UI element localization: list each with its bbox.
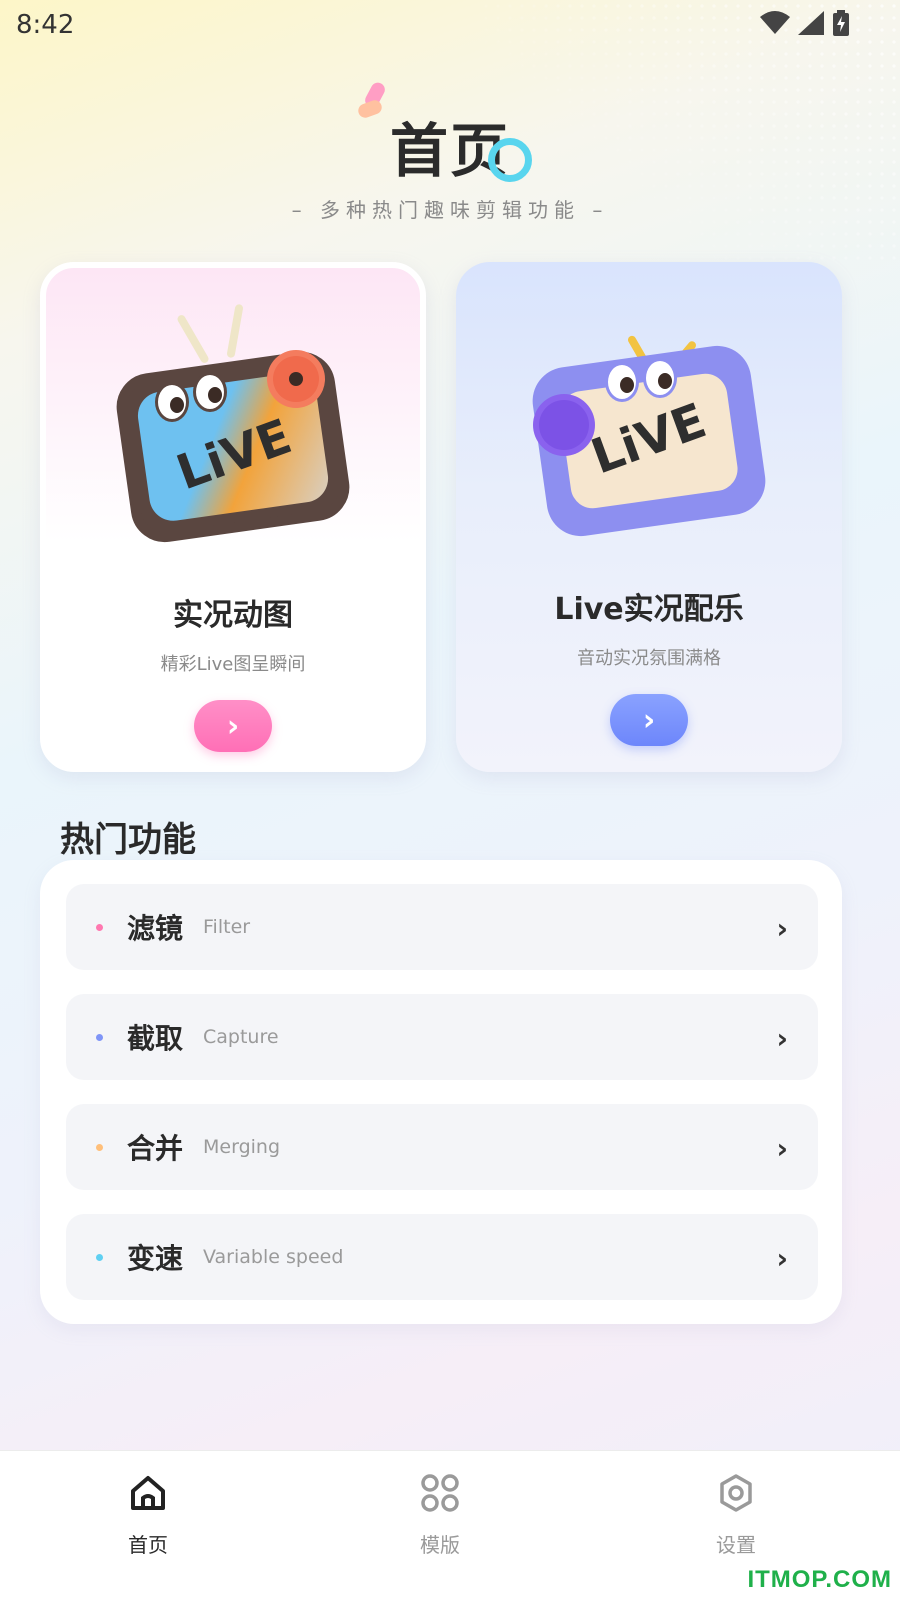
feature-name: 截取	[127, 1022, 184, 1055]
live-music-card[interactable]: LiVE Live实况配乐 音动实况氛围满格 ›	[456, 262, 842, 772]
chevron-right-icon: ›	[776, 1022, 788, 1055]
nav-item-settings[interactable]: 设置	[676, 1473, 796, 1558]
feature-name: 滤镜	[127, 912, 184, 945]
status-time: 8:42	[16, 10, 75, 40]
card-subtitle: 音动实况氛围满格	[577, 648, 721, 669]
status-icons	[760, 10, 850, 40]
chevron-right-icon: ›	[642, 702, 656, 738]
feature-item-merging[interactable]: 合并 Merging ›	[66, 1104, 818, 1190]
cellular-signal-icon	[798, 11, 824, 39]
antenna-right	[226, 303, 244, 359]
eye-right	[643, 358, 677, 398]
flower-decoration	[273, 356, 319, 402]
feature-english-name: Capture	[203, 1026, 279, 1048]
nav-item-template[interactable]: 模版	[380, 1473, 500, 1558]
peach-pill-decoration	[356, 98, 384, 120]
watermark-text: ITMOP.COM	[747, 1566, 892, 1593]
chevron-right-icon: ›	[776, 912, 788, 945]
hot-features-list: 滤镜 Filter › 截取 Capture › 合并 Merging › 变速…	[40, 860, 842, 1324]
cyan-ring-decoration	[488, 138, 532, 182]
card-title: Live实况配乐	[554, 592, 744, 627]
eye-left	[605, 362, 639, 402]
feature-name: 合并	[127, 1132, 184, 1165]
nav-item-home[interactable]: 首页	[88, 1473, 208, 1558]
eye-left	[155, 382, 189, 422]
live-tv-illustration-purple: LiVE	[519, 286, 779, 556]
live-photo-card[interactable]: LiVE 实况动图 精彩Live图呈瞬间 ›	[40, 262, 426, 772]
feature-english-name: Variable speed	[203, 1246, 344, 1268]
bullet-dot	[96, 1033, 103, 1041]
purple-flower-decoration	[539, 400, 589, 450]
nav-label: 设置	[716, 1533, 756, 1557]
feature-item-filter[interactable]: 滤镜 Filter ›	[66, 884, 818, 970]
feature-name: 变速	[127, 1242, 184, 1275]
bullet-dot	[96, 1253, 103, 1261]
bottom-navigation: 首页 模版 设置 ITMOP.COM	[0, 1450, 900, 1600]
live-music-go-button[interactable]: ›	[610, 694, 688, 746]
antenna-left	[176, 313, 210, 365]
card-title: 实况动图	[173, 598, 293, 633]
battery-icon	[832, 10, 850, 40]
feature-item-variable-speed[interactable]: 变速 Variable speed ›	[66, 1214, 818, 1300]
feature-item-capture[interactable]: 截取 Capture ›	[66, 994, 818, 1080]
page-header: 首页 – 多种热门趣味剪辑功能 –	[0, 80, 900, 223]
feature-english-name: Filter	[203, 916, 251, 938]
bullet-dot	[96, 1143, 103, 1151]
feature-english-name: Merging	[203, 1136, 281, 1158]
bullet-dot	[96, 923, 103, 931]
chevron-right-icon: ›	[226, 708, 240, 744]
live-tv-illustration-brown: LiVE	[103, 292, 363, 562]
home-icon	[128, 1476, 168, 1517]
settings-gear-icon	[716, 1474, 756, 1517]
chevron-right-icon: ›	[776, 1132, 788, 1165]
template-grid-icon	[420, 1474, 460, 1517]
hot-features-title: 热门功能	[60, 820, 196, 860]
chevron-right-icon: ›	[776, 1242, 788, 1275]
title-block: 首页	[356, 80, 532, 185]
live-photo-go-button[interactable]: ›	[194, 700, 272, 752]
eye-right	[193, 372, 227, 412]
card-subtitle: 精彩Live图呈瞬间	[160, 654, 306, 675]
status-bar: 8:42	[0, 0, 900, 48]
nav-label: 模版	[420, 1533, 460, 1557]
page-subtitle: – 多种热门趣味剪辑功能 –	[291, 198, 609, 222]
wifi-icon	[760, 11, 790, 39]
nav-label: 首页	[128, 1533, 168, 1557]
